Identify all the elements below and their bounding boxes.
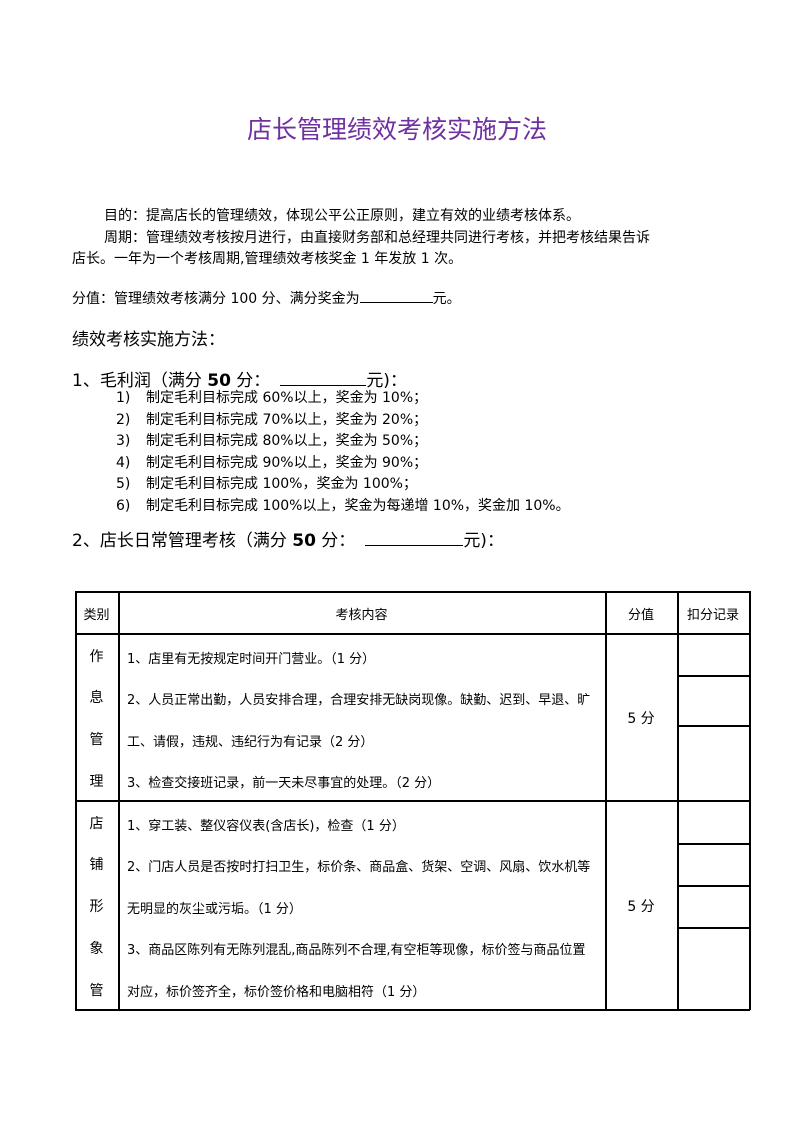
column-divider	[118, 591, 120, 1010]
deduction-cell[interactable]	[679, 887, 749, 927]
assessment-table: 类别 考核内容 分值 扣分记录 作 息 管 理 1、店里有无按规定时间开门营业。…	[75, 591, 751, 1011]
score-line: 分值：管理绩效考核满分 100 分、满分奖金为 元。	[72, 288, 461, 310]
section2-prefix: 2、店长日常管理考核（满分	[72, 531, 293, 551]
content-line: 工、请假，违规、违纪行为有记录（2 分）	[127, 735, 374, 750]
content-line: 1、穿工装、整仪容仪表(含店长)，检查（1 分）	[127, 819, 405, 834]
header-category: 类别	[83, 608, 110, 623]
list-item: 1) 制定毛利目标完成 60%以上，奖金为 10%；	[116, 390, 428, 406]
section2-suffix: 元)：	[463, 531, 504, 551]
content-line: 3、检查交接班记录，前一天未尽事宜的处理。（2 分）	[127, 776, 441, 791]
section2-amount-blank[interactable]	[365, 528, 464, 546]
category-char: 管	[89, 732, 104, 748]
content-line: 1、店里有无按规定时间开门营业。（1 分）	[127, 652, 376, 667]
deduction-cell[interactable]	[679, 845, 749, 885]
deduction-cell[interactable]	[679, 929, 749, 1009]
period-text-line2: 店长。一年为一个考核周期,管理绩效考核奖金 1 年发放 1 次。	[72, 251, 463, 267]
header-score: 分值	[627, 608, 654, 623]
section2-heading: 2、店长日常管理考核（满分 50 分： 元)：	[72, 526, 504, 551]
list-item: 5) 制定毛利目标完成 100%，奖金为 100%；	[116, 476, 417, 492]
content-line: 3、商品区陈列有无陈列混乱,商品陈列不合理,有空柜等现像，标价签与商品位置	[127, 943, 586, 958]
section2-points: 50	[292, 531, 316, 551]
content-line: 无明显的灰尘或污垢。（1 分）	[127, 902, 302, 917]
category-char: 理	[89, 774, 104, 790]
content-line: 对应，标价签齐全，标价签价格和电脑相符（1 分）	[127, 985, 426, 1000]
purpose-text: 目的：提高店长的管理绩效，体现公平公正原则，建立有效的业绩考核体系。	[104, 208, 580, 224]
method-heading: 绩效考核实施方法：	[72, 330, 225, 350]
list-item: 4) 制定毛利目标完成 90%以上，奖金为 90%；	[116, 454, 428, 471]
table-group-divider	[75, 800, 750, 802]
column-divider	[605, 591, 607, 1010]
category-char: 作	[89, 649, 104, 665]
bonus-amount-blank[interactable]	[359, 288, 433, 303]
deduction-cell[interactable]	[679, 802, 749, 843]
category-char: 象	[89, 941, 104, 957]
deduction-cell[interactable]	[679, 635, 749, 675]
period-text-line1: 周期：管理绩效考核按月进行，由直接财务部和总经理共同进行考核，并把考核结果告诉	[104, 230, 650, 246]
section1-amount-blank[interactable]	[280, 368, 367, 386]
table-border-top	[75, 591, 750, 593]
content-line: 2、门店人员是否按时打扫卫生，标价条、商品盒、货架、空调、风扇、饮水机等	[127, 860, 591, 875]
category-char: 息	[89, 690, 104, 706]
score-prefix: 分值：管理绩效考核满分 100 分、满分奖金为	[72, 291, 360, 307]
section2-middle: 分：	[315, 531, 356, 551]
score-value: 5 分	[627, 711, 655, 727]
category-char: 形	[89, 899, 104, 915]
table-border-bottom	[75, 1009, 750, 1011]
header-deduction: 扣分记录	[686, 608, 739, 623]
category-char: 铺	[89, 857, 104, 873]
list-item: 3) 制定毛利目标完成 80%以上，奖金为 50%；	[116, 433, 428, 449]
category-char: 管	[89, 983, 104, 999]
table-border-right	[749, 591, 751, 1010]
list-item: 2) 制定毛利目标完成 70%以上，奖金为 20%；	[116, 411, 428, 428]
list-item: 6) 制定毛利目标完成 100%以上，奖金为每递增 10%，奖金加 10%。	[116, 497, 570, 514]
deduction-cell[interactable]	[679, 677, 749, 725]
header-content: 考核内容	[335, 608, 388, 623]
document-title: 店长管理绩效考核实施方法	[246, 115, 547, 144]
score-value: 5 分	[627, 899, 655, 915]
gross-profit-list: 1) 制定毛利目标完成 60%以上，奖金为 10%； 2) 制定毛利目标完成 70%…	[116, 388, 570, 517]
content-line: 2、人员正常出勤，人员安排合理，合理安排无缺岗现像。缺勤、迟到、早退、旷	[127, 693, 591, 708]
table-header-divider	[75, 633, 750, 635]
deduction-cell[interactable]	[679, 727, 749, 800]
score-suffix: 元。	[432, 291, 461, 307]
category-char: 店	[89, 816, 104, 832]
